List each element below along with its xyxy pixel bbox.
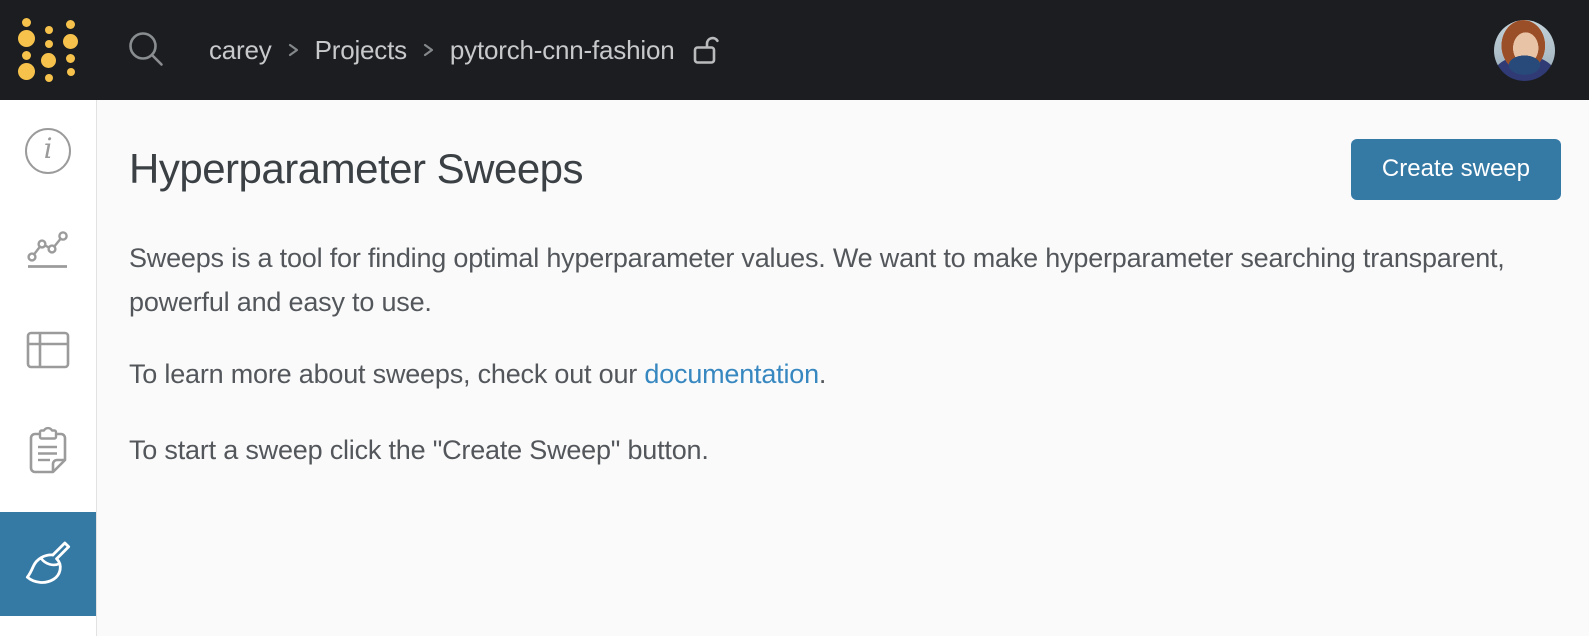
create-sweep-button[interactable]: Create sweep xyxy=(1350,138,1561,200)
line-chart-icon xyxy=(25,227,71,276)
wandb-logo-dots xyxy=(40,26,57,82)
page-title: Hyperparameter Sweeps xyxy=(129,145,584,192)
info-icon-glyph: i xyxy=(43,132,53,165)
open-padlock-icon[interactable] xyxy=(691,33,721,67)
sidebar-item-table[interactable] xyxy=(0,302,96,403)
sidebar-item-charts[interactable] xyxy=(0,201,96,302)
start-paragraph: To start a sweep click the "Create Sweep… xyxy=(129,435,709,465)
info-icon: i xyxy=(25,127,71,174)
wandb-logo-dots xyxy=(62,20,79,76)
clipboard-icon xyxy=(26,426,70,481)
top-navigation-bar: carey Projects pytorch-cnn-fashion xyxy=(0,0,1589,100)
content-row: i Hyperparameter Sweeps Create sweep Swe… xyxy=(0,100,1589,636)
wandb-logo-dots xyxy=(18,18,35,80)
sweeps-broom-icon xyxy=(23,537,73,592)
chevron-right-icon xyxy=(287,39,300,61)
breadcrumb-project-name[interactable]: pytorch-cnn-fashion xyxy=(450,35,675,66)
user-avatar[interactable] xyxy=(1494,20,1555,81)
sidebar-item-notes[interactable] xyxy=(0,403,96,504)
intro-paragraph: Sweeps is a tool for finding optimal hyp… xyxy=(129,243,1505,317)
docs-paragraph: To learn more about sweeps, check out ou… xyxy=(129,352,1524,396)
docs-paragraph-period: . xyxy=(818,359,827,389)
docs-paragraph-text: To learn more about sweeps, check out ou… xyxy=(129,359,645,389)
breadcrumb-projects[interactable]: Projects xyxy=(315,35,408,66)
wandb-logo[interactable] xyxy=(18,18,79,82)
chevron-right-icon xyxy=(422,39,435,61)
main-content: Hyperparameter Sweeps Create sweep Sweep… xyxy=(97,100,1589,636)
title-row: Hyperparameter Sweeps Create sweep xyxy=(129,138,1561,200)
sidebar: i xyxy=(0,100,97,636)
sidebar-item-overview[interactable]: i xyxy=(0,100,96,201)
sidebar-item-sweeps[interactable] xyxy=(0,512,96,616)
documentation-link[interactable]: documentation xyxy=(644,359,819,389)
breadcrumb-entity[interactable]: carey xyxy=(209,35,272,66)
search-icon[interactable] xyxy=(125,29,167,71)
breadcrumb: carey Projects pytorch-cnn-fashion xyxy=(209,33,721,67)
table-icon xyxy=(26,331,70,374)
